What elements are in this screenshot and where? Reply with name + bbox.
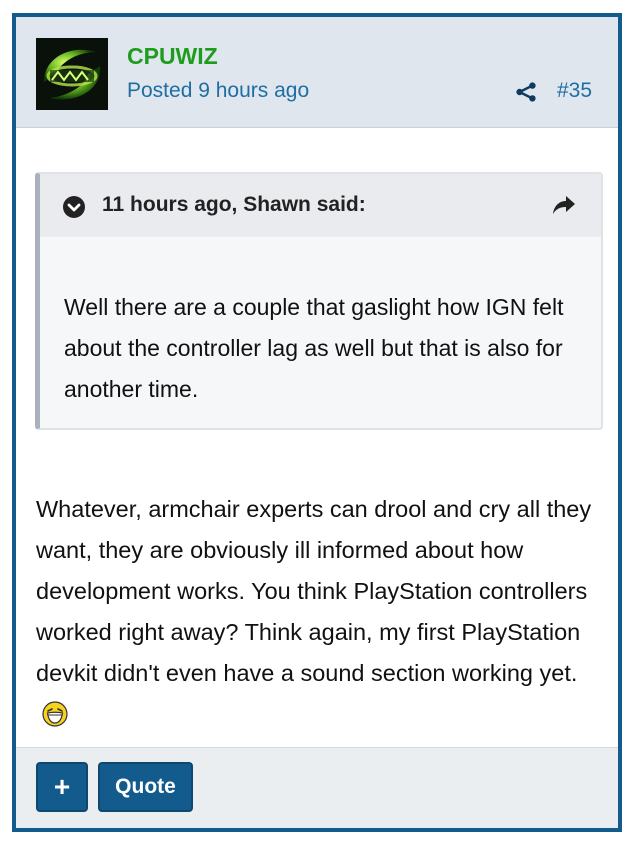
forum-post: CPUWIZ Posted 9 hours ago #35 11 hours a…	[12, 13, 622, 832]
chevron-down-circle-icon[interactable]	[62, 195, 86, 219]
multiquote-add-button[interactable]: +	[36, 762, 88, 812]
post-header: CPUWIZ Posted 9 hours ago #35	[16, 17, 618, 128]
avatar-logo-icon	[36, 38, 108, 110]
quote-text: Well there are a couple that gaslight ho…	[64, 294, 564, 402]
quote-block: 11 hours ago, Shawn said: Well there are…	[35, 172, 603, 430]
post-footer: + Quote	[16, 747, 618, 828]
share-icon[interactable]	[515, 81, 537, 103]
post-text: Whatever, armchair experts can drool and…	[36, 496, 592, 686]
post-content: Whatever, armchair experts can drool and…	[36, 489, 598, 735]
author-avatar[interactable]	[36, 38, 108, 110]
laughing-emoji-icon	[42, 701, 68, 727]
post-timestamp[interactable]: Posted 9 hours ago	[127, 79, 309, 103]
quote-header[interactable]: 11 hours ago, Shawn said:	[40, 174, 601, 237]
author-name[interactable]: CPUWIZ	[127, 43, 218, 70]
quote-citation: 11 hours ago, Shawn said:	[102, 193, 366, 216]
post-number-link[interactable]: #35	[557, 79, 592, 103]
quote-button[interactable]: Quote	[98, 762, 193, 812]
go-to-quote-arrow-icon[interactable]	[551, 194, 577, 216]
